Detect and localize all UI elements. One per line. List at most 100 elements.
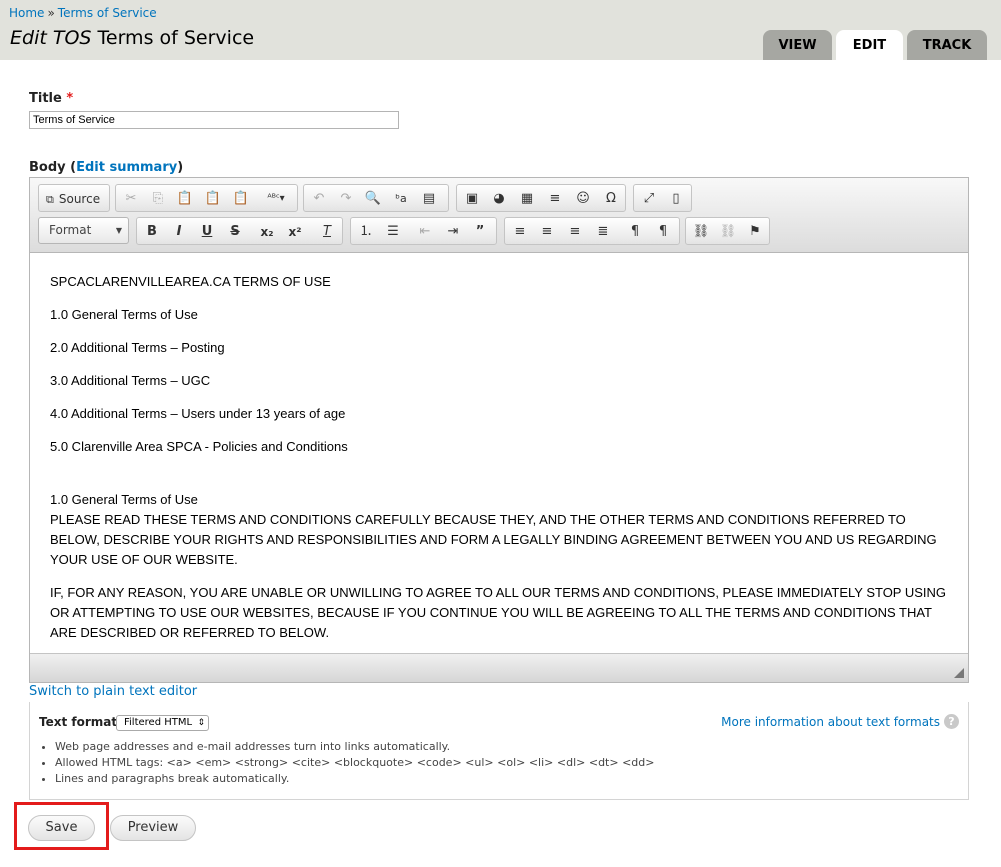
editor-statusbar bbox=[30, 653, 968, 682]
image-icon[interactable]: ▣ bbox=[460, 188, 484, 210]
basic-styles-group: B I U S x₂ x² T bbox=[136, 217, 343, 245]
find-icon[interactable]: 🔍 bbox=[361, 188, 385, 210]
tools-group: ⤢ ▯ bbox=[633, 184, 692, 212]
breadcrumb-current-link[interactable]: Terms of Service bbox=[58, 6, 157, 20]
source-group: ⧉ Source bbox=[38, 184, 110, 212]
editor-content-area[interactable]: SPCACLARENVILLEAREA.CA TERMS OF USE 1.0 … bbox=[30, 254, 968, 654]
copy-icon[interactable]: ⎘ bbox=[146, 188, 170, 210]
bold-icon[interactable]: B bbox=[140, 221, 164, 243]
outdent-icon[interactable]: ⇤ bbox=[413, 221, 437, 243]
title-label-text: Title bbox=[29, 91, 62, 106]
breadcrumb-separator: » bbox=[47, 6, 55, 20]
format-dropdown[interactable]: Format ▼ bbox=[38, 217, 129, 244]
section-title: 1.0 General Terms of Use bbox=[50, 492, 198, 507]
underline-icon[interactable]: U bbox=[195, 221, 219, 243]
clipboard-group: ✂ ⎘ 📋 📋 📋 ᴬᴮᶜ▾ bbox=[115, 184, 298, 212]
text-format-box: Text format Filtered HTML ⇕ More informa… bbox=[29, 702, 969, 800]
format-tips-list: Web page addresses and e-mail addresses … bbox=[39, 739, 654, 787]
indent-icon[interactable]: ⇥ bbox=[441, 221, 465, 243]
special-char-icon[interactable]: Ω bbox=[599, 188, 623, 210]
flash-icon[interactable]: ◕ bbox=[487, 188, 511, 210]
toc-item: 5.0 Clarenville Area SPCA - Policies and… bbox=[50, 439, 348, 454]
cut-icon[interactable]: ✂ bbox=[119, 188, 143, 210]
text-format-select[interactable]: Filtered HTML ⇕ bbox=[116, 715, 209, 731]
breadcrumb-home-link[interactable]: Home bbox=[9, 6, 44, 20]
bulleted-list-icon[interactable]: ☰ bbox=[381, 221, 405, 243]
editing-group: ↶ ↷ 🔍 ᵇa ▤ bbox=[303, 184, 449, 212]
help-icon[interactable]: ? bbox=[944, 714, 959, 729]
tab-track[interactable]: TRACK bbox=[907, 30, 987, 60]
strike-icon[interactable]: S bbox=[223, 221, 247, 243]
body-label: Body (Edit summary) bbox=[29, 160, 184, 175]
unlink-icon[interactable]: ⛓ bbox=[716, 221, 740, 243]
toc-item: 2.0 Additional Terms – Posting bbox=[50, 340, 225, 355]
paragraph-group: ⒈ ☰ ⇤ ⇥ ” bbox=[350, 217, 497, 245]
subscript-icon[interactable]: x₂ bbox=[255, 221, 279, 243]
source-button[interactable]: ⧉ Source bbox=[42, 188, 108, 210]
align-group: ≡ ≡ ≡ ≣ ¶ ¶ bbox=[504, 217, 680, 245]
primary-tabs: VIEW EDIT TRACK bbox=[0, 30, 1001, 60]
source-label: Source bbox=[58, 192, 101, 206]
replace-icon[interactable]: ᵇa bbox=[389, 188, 413, 210]
save-button[interactable]: Save bbox=[28, 815, 95, 841]
format-tip: Allowed HTML tags: <a> <em> <strong> <ci… bbox=[55, 755, 654, 771]
title-input[interactable] bbox=[29, 111, 399, 129]
edit-summary-link[interactable]: Edit summary bbox=[76, 160, 177, 175]
body-label-text: Body bbox=[29, 160, 66, 175]
resize-handle-icon[interactable] bbox=[954, 668, 964, 678]
toc-item: 1.0 General Terms of Use bbox=[50, 307, 198, 322]
text-format-label: Text format bbox=[39, 715, 118, 729]
rtl-icon[interactable]: ¶ bbox=[651, 221, 675, 243]
superscript-icon[interactable]: x² bbox=[283, 221, 307, 243]
format-tip: Web page addresses and e-mail addresses … bbox=[55, 739, 654, 755]
justify-icon[interactable]: ≣ bbox=[591, 221, 615, 243]
text-format-selected: Filtered HTML bbox=[124, 717, 193, 728]
spellcheck-icon[interactable]: ᴬᴮᶜ▾ bbox=[259, 188, 293, 210]
more-info-link[interactable]: More information about text formats bbox=[721, 715, 940, 729]
remove-format-icon[interactable]: T bbox=[315, 221, 339, 243]
numbered-list-icon[interactable]: ⒈ bbox=[354, 221, 378, 243]
maximize-icon[interactable]: ⤢ bbox=[637, 188, 661, 210]
title-label: Title * bbox=[29, 91, 73, 106]
anchor-icon[interactable]: ⚑ bbox=[743, 221, 767, 243]
paste-text-icon[interactable]: 📋 bbox=[201, 188, 225, 210]
required-mark: * bbox=[66, 91, 74, 106]
format-tip: Lines and paragraphs break automatically… bbox=[55, 771, 654, 787]
chevron-down-icon: ▼ bbox=[115, 226, 122, 235]
paste-word-icon[interactable]: 📋 bbox=[229, 188, 253, 210]
insert-group: ▣ ◕ ▦ ≡ ☺ Ω bbox=[456, 184, 626, 212]
paste-icon[interactable]: 📋 bbox=[173, 188, 197, 210]
terms-paragraph: IF, FOR ANY REASON, YOU ARE UNABLE OR UN… bbox=[50, 585, 947, 640]
smiley-icon[interactable]: ☺ bbox=[571, 188, 595, 210]
link-icon[interactable]: ⛓ bbox=[689, 221, 713, 243]
tab-view[interactable]: VIEW bbox=[763, 30, 832, 60]
italic-icon[interactable]: I bbox=[167, 221, 191, 243]
undo-icon[interactable]: ↶ bbox=[307, 188, 331, 210]
select-arrows-icon: ⇕ bbox=[197, 718, 205, 728]
page-header: Home» Terms of Service Edit TOS Terms of … bbox=[0, 0, 1001, 60]
switch-plain-text-link[interactable]: Switch to plain text editor bbox=[29, 684, 197, 699]
redo-icon[interactable]: ↷ bbox=[334, 188, 358, 210]
source-icon: ⧉ bbox=[46, 193, 54, 206]
align-center-icon[interactable]: ≡ bbox=[535, 221, 559, 243]
rich-text-editor: ⧉ Source ✂ ⎘ 📋 📋 📋 ᴬᴮᶜ▾ ↶ ↷ 🔍 ᵇa ▤ ▣ ◕ ▦ … bbox=[29, 177, 969, 683]
blockquote-icon[interactable]: ” bbox=[468, 221, 492, 243]
align-left-icon[interactable]: ≡ bbox=[508, 221, 532, 243]
toc-item: 3.0 Additional Terms – UGC bbox=[50, 373, 211, 388]
terms-heading: SPCACLARENVILLEAREA.CA TERMS OF USE bbox=[50, 274, 331, 289]
tab-edit[interactable]: EDIT bbox=[836, 30, 903, 60]
select-all-icon[interactable]: ▤ bbox=[417, 188, 441, 210]
format-label: Format bbox=[49, 223, 92, 237]
ltr-icon[interactable]: ¶ bbox=[623, 221, 647, 243]
horizontal-rule-icon[interactable]: ≡ bbox=[543, 188, 567, 210]
terms-paragraph: PLEASE READ THESE TERMS AND CONDITIONS C… bbox=[50, 512, 937, 567]
links-group: ⛓ ⛓ ⚑ bbox=[685, 217, 770, 245]
breadcrumb: Home» Terms of Service bbox=[9, 6, 157, 20]
show-blocks-icon[interactable]: ▯ bbox=[664, 188, 688, 210]
editor-toolbar: ⧉ Source ✂ ⎘ 📋 📋 📋 ᴬᴮᶜ▾ ↶ ↷ 🔍 ᵇa ▤ ▣ ◕ ▦ … bbox=[30, 178, 968, 253]
align-right-icon[interactable]: ≡ bbox=[563, 221, 587, 243]
preview-button[interactable]: Preview bbox=[110, 815, 196, 841]
table-icon[interactable]: ▦ bbox=[515, 188, 539, 210]
toc-item: 4.0 Additional Terms – Users under 13 ye… bbox=[50, 406, 346, 421]
